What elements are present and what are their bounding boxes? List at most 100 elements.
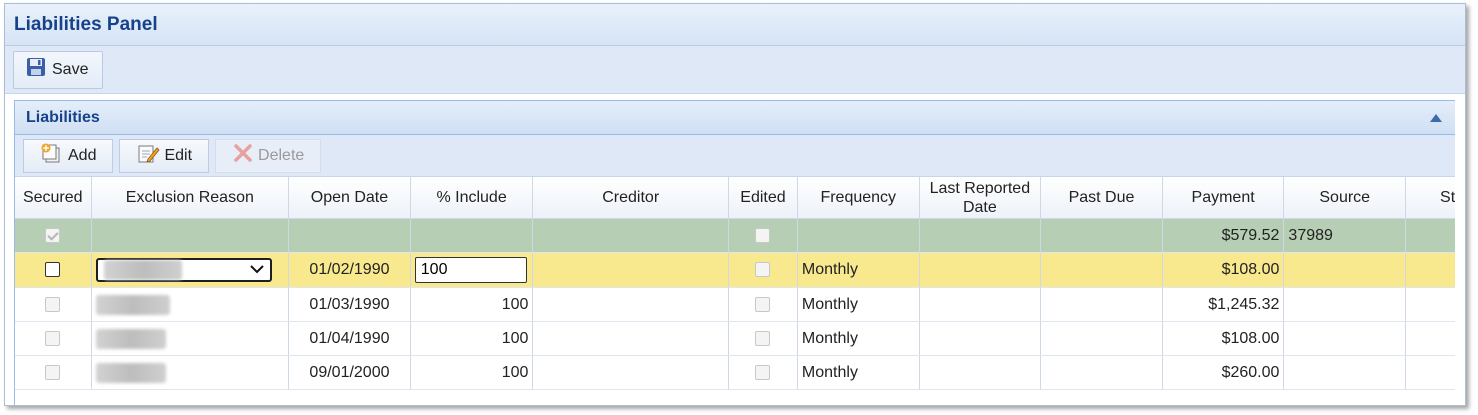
frequency-cell: Monthly [797,287,920,322]
last-reported-date-cell [919,287,1042,322]
frequency-cell [797,218,920,253]
include-cell[interactable]: 100 [410,355,534,390]
edited-cell [728,287,798,322]
status-cell [1405,287,1455,322]
table-row[interactable]: 01/02/1990 Monthly $108.00 [15,252,1455,288]
include-cell[interactable]: 100 [410,287,534,322]
delete-button-label: Delete [258,146,305,164]
column-header-include[interactable]: % Include [410,177,534,219]
column-header-exclusion-reason[interactable]: Exclusion Reason [91,177,290,219]
column-header-secured[interactable]: Secured [15,177,92,219]
status-cell [1405,252,1455,288]
edited-checkbox [755,262,771,278]
chevron-down-icon [249,261,264,279]
edited-cell [728,252,798,288]
edit-pencil-icon [136,142,164,169]
save-button[interactable]: Save [13,50,104,89]
redacted-value [95,362,166,383]
edited-checkbox [755,330,771,346]
exclusion-reason-cell [91,218,290,253]
add-button-label: Add [68,146,97,164]
include-cell[interactable]: 100 [410,321,534,356]
column-header-edited[interactable]: Edited [728,177,798,219]
creditor-cell [532,321,730,356]
payment-cell: $260.00 [1162,355,1285,390]
edit-button[interactable]: Edit [119,138,210,173]
floppy-disk-icon [26,57,52,82]
creditor-cell [532,355,730,390]
last-reported-date-cell [919,355,1042,390]
column-header-past-due[interactable]: Past Due [1040,177,1163,219]
delete-button[interactable]: Delete [215,138,322,173]
edited-checkbox [755,364,771,380]
add-record-icon [40,142,68,169]
source-cell [1283,355,1407,390]
status-cell [1405,355,1455,390]
open-date-cell: 01/04/1990 [288,321,411,356]
include-cell [410,218,534,253]
exclusion-reason-select[interactable] [95,258,272,282]
redacted-value [103,260,182,280]
source-cell [1283,287,1407,322]
open-date-cell: 09/01/2000 [288,355,411,390]
exclusion-reason-cell[interactable] [91,321,290,356]
edited-checkbox [755,227,771,243]
liabilities-table: Secured Exclusion Reason Open Date % Inc… [15,177,1455,390]
table-row[interactable]: 09/01/2000 100 Monthly $260.00 [15,355,1455,390]
secured-checkbox[interactable] [45,364,61,380]
payment-cell: $108.00 [1162,252,1285,288]
source-cell [1283,321,1407,356]
save-button-label: Save [52,60,89,78]
column-header-creditor[interactable]: Creditor [532,177,730,219]
include-input[interactable] [414,257,527,283]
exclusion-reason-cell[interactable] [91,287,290,322]
column-header-source[interactable]: Source [1283,177,1407,219]
frequency-cell: Monthly [797,252,920,288]
add-button[interactable]: Add [23,138,114,173]
secured-cell [15,287,92,322]
source-total-cell: 37989 [1283,218,1407,253]
panel-header: Liabilities Panel [5,4,1465,46]
edited-cell [728,355,798,390]
exclusion-reason-cell[interactable] [91,355,290,390]
liabilities-grid: Liabilities Add Edit Delete Secured Excl… [14,100,1455,405]
column-header-frequency[interactable]: Frequency [797,177,920,219]
last-reported-date-cell [919,252,1042,288]
delete-x-icon [232,142,258,169]
creditor-cell [532,287,730,322]
panel-toolbar: Save [5,46,1465,94]
last-reported-date-cell [919,321,1042,356]
column-header-payment[interactable]: Payment [1162,177,1285,219]
collapse-up-icon[interactable] [1429,113,1443,123]
grid-toolbar: Add Edit Delete [15,135,1455,177]
secured-checkbox [45,227,61,243]
column-header-last-reported-date[interactable]: Last Reported Date [919,177,1042,219]
table-row[interactable]: 01/04/1990 100 Monthly $108.00 [15,321,1455,356]
open-date-cell: 01/02/1990 [288,252,411,288]
column-header-status[interactable]: Status [1405,177,1455,219]
payment-cell: $1,245.32 [1162,287,1285,322]
table-row[interactable]: 01/03/1990 100 Monthly $1,245.32 [15,287,1455,322]
open-date-cell [288,218,411,253]
table-header-row: Secured Exclusion Reason Open Date % Inc… [15,177,1455,219]
secured-checkbox[interactable] [45,262,61,278]
panel-title: Liabilities Panel [14,13,158,35]
creditor-cell [532,252,730,288]
exclusion-reason-cell [91,252,290,288]
source-cell [1283,252,1407,288]
status-cell [1405,321,1455,356]
liabilities-panel: Liabilities Panel Save Liabilities Add E… [4,3,1466,406]
column-header-open-date[interactable]: Open Date [288,177,411,219]
secured-checkbox[interactable] [45,330,61,346]
payment-cell: $108.00 [1162,321,1285,356]
open-date-cell: 01/03/1990 [288,287,411,322]
grid-header: Liabilities [15,101,1455,135]
edited-cell [728,218,798,253]
frequency-cell: Monthly [797,321,920,356]
include-cell [410,252,534,288]
secured-checkbox[interactable] [45,296,61,312]
past-due-cell [1040,321,1163,356]
past-due-cell [1040,355,1163,390]
edited-checkbox [755,296,771,312]
status-cell [1405,218,1455,253]
